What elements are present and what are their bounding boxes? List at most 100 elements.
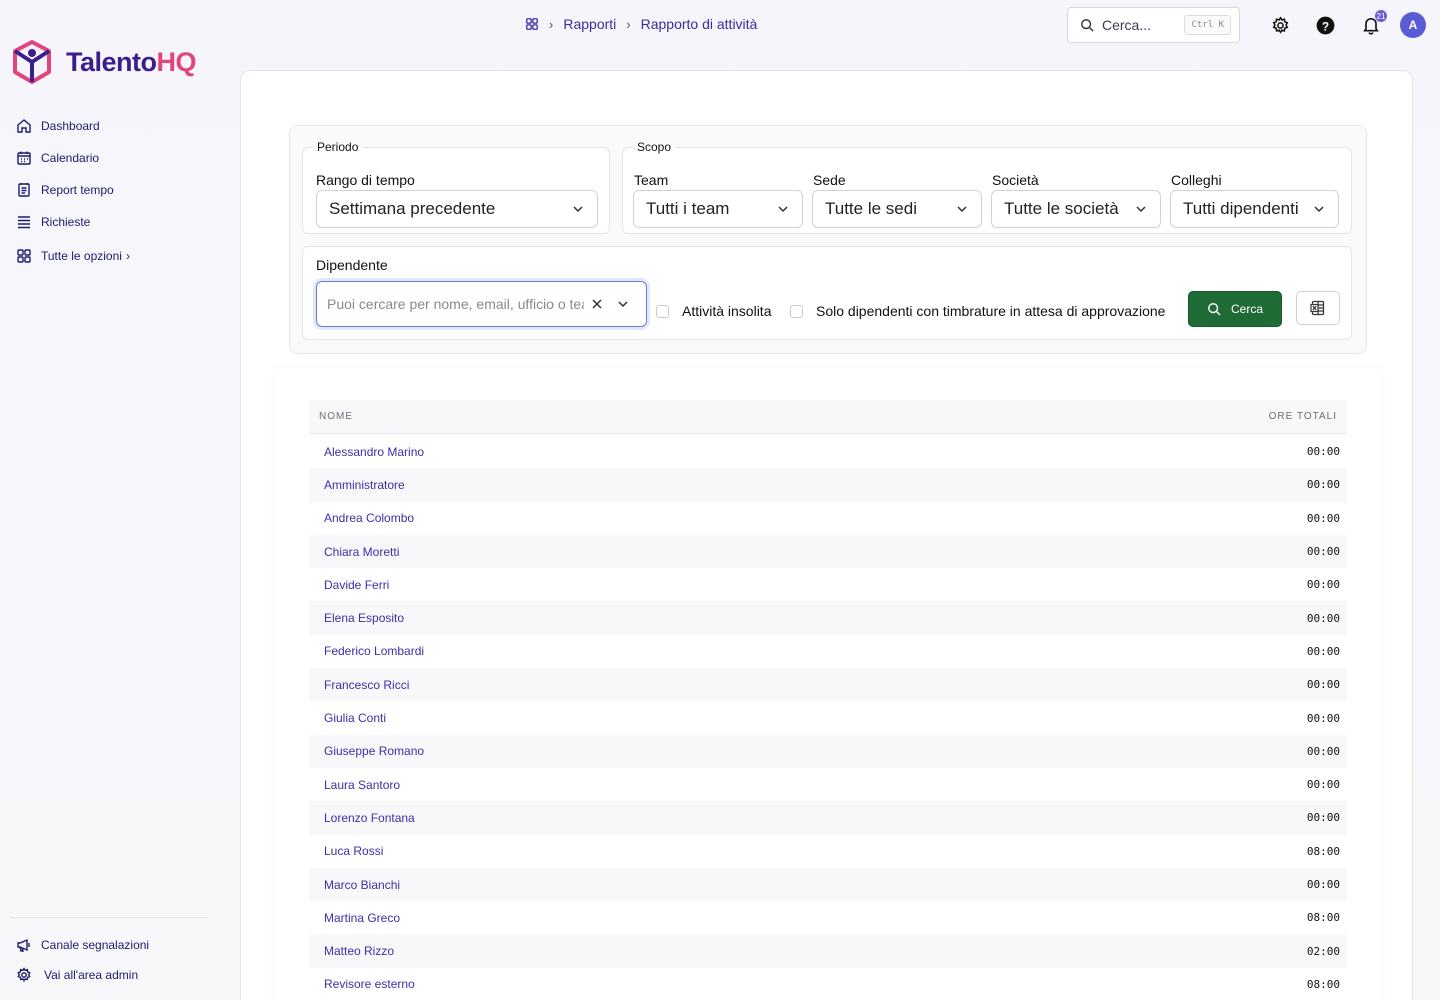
employee-name-link[interactable]: Amministratore — [324, 478, 405, 492]
sidebar-item-richieste[interactable]: Richieste — [16, 206, 114, 238]
employee-name-link[interactable]: Davide Ferri — [324, 578, 389, 592]
total-hours: 00:00 — [1306, 644, 1340, 658]
employee-name-link[interactable]: Francesco Ricci — [324, 678, 409, 692]
scopo-group: Scopo Team Tutti i team Sede Tutte le se… — [622, 140, 1352, 234]
clear-icon[interactable] — [584, 298, 610, 310]
sidebar-item-admin-area[interactable]: Vai all'area admin — [16, 960, 149, 990]
total-hours: 08:00 — [1306, 911, 1340, 925]
table-row: Giuseppe Romano 00:00 — [309, 734, 1347, 768]
employee-name-link[interactable]: Laura Santoro — [324, 778, 400, 792]
search-button[interactable]: Cerca — [1188, 291, 1282, 327]
societa-select[interactable]: Tutte le società — [991, 190, 1161, 228]
sidebar-item-calendario[interactable]: Calendario — [16, 142, 114, 174]
chevron-right-icon: › — [125, 249, 130, 263]
table-row: Amministratore 00:00 — [309, 468, 1347, 502]
employee-name-link[interactable]: Revisore esterno — [324, 977, 415, 991]
employee-name-link[interactable]: Elena Esposito — [324, 611, 404, 625]
sede-value: Tutte le sedi — [825, 199, 917, 218]
table-row: Luca Rossi 08:00 — [309, 835, 1347, 868]
gear-icon — [1272, 15, 1288, 34]
table-row: Lorenzo Fontana 00:00 — [309, 801, 1347, 835]
all-options-label: Tutte le opzioni — [41, 249, 122, 263]
employee-name-link[interactable]: Chiara Moretti — [324, 545, 399, 559]
sidebar-item-dashboard[interactable]: Dashboard — [16, 110, 114, 142]
pending-approval-checkbox[interactable]: Solo dipendenti con timbrature in attesa… — [790, 303, 1165, 319]
chevron-down-icon — [1314, 206, 1324, 213]
total-hours: 00:00 — [1306, 578, 1340, 592]
table-row: Giulia Conti 00:00 — [309, 701, 1347, 734]
sidebar-item-label: Richieste — [41, 215, 91, 229]
colleghi-label: Colleghi — [1171, 172, 1222, 188]
employee-name-link[interactable]: Andrea Colombo — [324, 511, 414, 525]
grid-icon[interactable] — [525, 17, 539, 31]
employee-name-link[interactable]: Marco Bianchi — [324, 878, 400, 892]
total-hours: 00:00 — [1306, 511, 1340, 525]
gear-icon — [17, 967, 31, 982]
breadcrumb-root[interactable]: Rapporti — [563, 16, 616, 32]
table-row: Martina Greco 08:00 — [309, 901, 1347, 934]
employee-name-link[interactable]: Luca Rossi — [324, 844, 383, 858]
notification-badge: 21 — [1375, 10, 1387, 22]
settings-button[interactable] — [1269, 14, 1291, 36]
total-hours: 08:00 — [1306, 844, 1340, 858]
help-button[interactable]: ? — [1314, 14, 1336, 36]
chevron-down-icon — [778, 206, 788, 213]
time-range-label: Rango di tempo — [316, 172, 415, 188]
employee-name-link[interactable]: Giulia Conti — [324, 711, 386, 725]
sidebar-item-report-tempo[interactable]: Report tempo — [16, 174, 114, 206]
employee-name-link[interactable]: Giuseppe Romano — [324, 744, 424, 758]
sidebar-item-label: Vai all'area admin — [44, 968, 139, 982]
employee-name-link[interactable]: Matteo Rizzo — [324, 944, 394, 958]
column-header-name[interactable]: NOME — [319, 411, 353, 422]
checkbox-box[interactable] — [790, 304, 803, 318]
breadcrumb-current: Rapporto di attività — [640, 16, 758, 32]
checkbox-box[interactable] — [656, 304, 669, 318]
table-row: Chiara Moretti 00:00 — [309, 534, 1347, 569]
employee-search-input[interactable] — [327, 296, 584, 312]
table-row: Francesco Ricci 00:00 — [309, 668, 1347, 702]
total-hours: 02:00 — [1306, 944, 1340, 958]
table-body: Alessandro Marino 00:00 Amministratore 00:0… — [309, 435, 1347, 1000]
all-options-link[interactable]: Tutte le opzioni › — [16, 248, 130, 264]
sede-select[interactable]: Tutte le sedi — [812, 190, 982, 228]
chevron-down-icon[interactable] — [610, 297, 636, 311]
grid-icon — [17, 249, 31, 263]
time-range-select[interactable]: Settimana precedente — [316, 190, 598, 228]
employee-label: Dipendente — [316, 257, 388, 273]
avatar[interactable]: A — [1400, 12, 1426, 38]
employee-name-link[interactable]: Alessandro Marino — [324, 445, 424, 459]
excel-icon — [1310, 300, 1325, 316]
sidebar-item-canale-segnalazioni[interactable]: Canale segnalazioni — [16, 930, 149, 960]
chevron-down-icon — [573, 206, 583, 213]
chevron-down-icon — [1136, 206, 1146, 213]
chevron-right-icon: › — [549, 16, 554, 32]
list-icon — [18, 216, 30, 229]
table-row: Alessandro Marino 00:00 — [309, 435, 1347, 468]
calendar-icon — [17, 151, 31, 165]
employee-name-link[interactable]: Federico Lombardi — [324, 644, 424, 658]
unusual-activity-checkbox[interactable]: Attività insolita — [656, 303, 771, 319]
help-icon: ? — [1316, 16, 1334, 34]
employee-name-link[interactable]: Martina Greco — [324, 911, 400, 925]
main-panel: Periodo Rango di tempo Settimana precede… — [240, 70, 1413, 1000]
total-hours: 00:00 — [1306, 878, 1340, 891]
table-row: Marco Bianchi 00:00 — [309, 867, 1347, 902]
table-row: Laura Santoro 00:00 — [309, 768, 1347, 801]
total-hours: 00:00 — [1306, 778, 1340, 792]
employee-combobox[interactable] — [316, 281, 647, 327]
brand-logo[interactable]: TalentoHQ — [12, 40, 196, 84]
chevron-right-icon: › — [626, 16, 631, 32]
table-row: Andrea Colombo 00:00 — [309, 502, 1347, 535]
column-header-hours[interactable]: ORE TOTALI — [1269, 411, 1337, 422]
sidebar-item-label: Canale segnalazioni — [41, 938, 150, 952]
export-excel-button[interactable] — [1296, 291, 1340, 325]
colleghi-select[interactable]: Tutti dipendenti — [1170, 190, 1339, 228]
cube-logo-icon — [13, 40, 51, 84]
table-row: Davide Ferri 00:00 — [309, 568, 1347, 601]
team-select[interactable]: Tutti i team — [633, 190, 803, 228]
employee-filter-box: Dipendente Attività insolita Solo dipend… — [302, 246, 1352, 340]
global-search-input[interactable]: Cerca... Ctrl K — [1067, 7, 1240, 43]
sidebar-item-label: Calendario — [41, 151, 100, 165]
time-range-value: Settimana precedente — [329, 199, 496, 218]
employee-name-link[interactable]: Lorenzo Fontana — [324, 811, 415, 825]
